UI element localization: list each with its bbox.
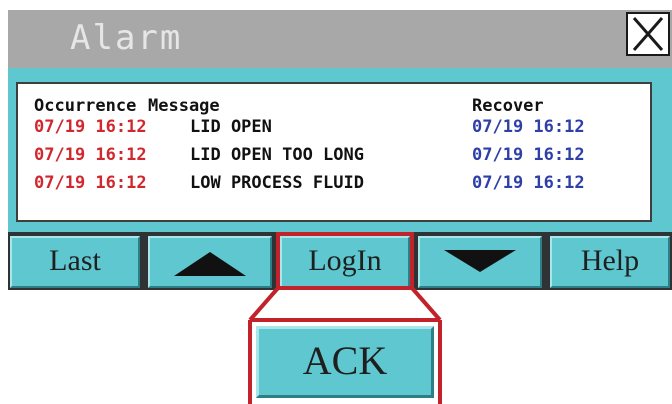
ack-button[interactable]: ACK bbox=[256, 326, 434, 398]
alarm-screen: Alarm Occurrence Message Recover 07/19 1… bbox=[0, 0, 672, 404]
